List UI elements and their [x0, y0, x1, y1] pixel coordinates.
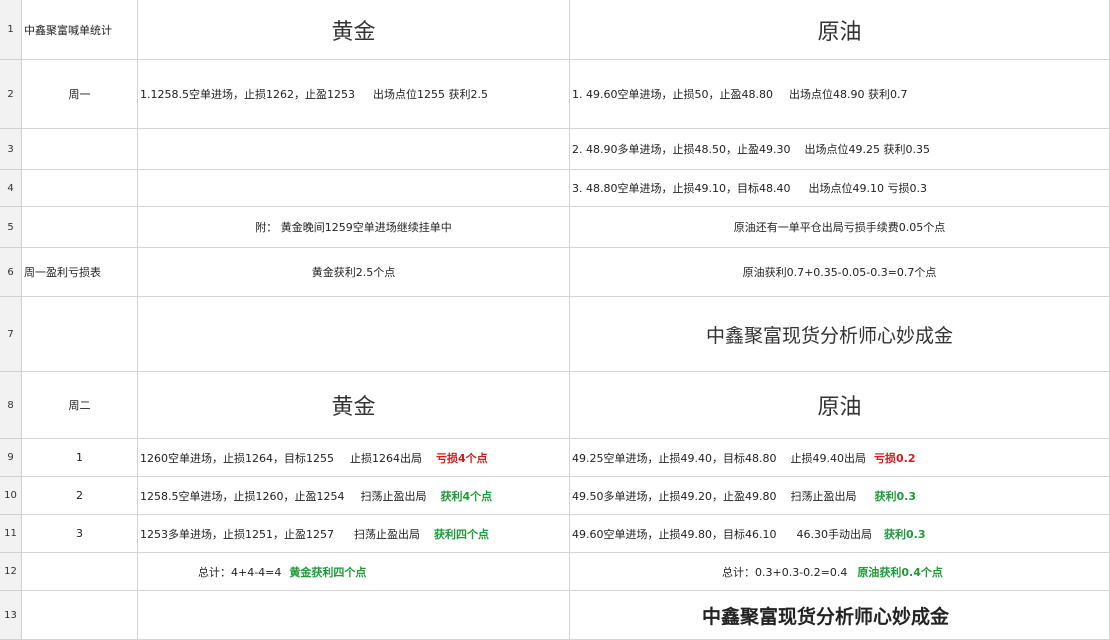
cell-r5-oil-note[interactable]: 原油还有一单平仓出局亏损手续费0.05个点: [570, 207, 1110, 248]
cell-r11-oil[interactable]: 49.60空单进场，止损49.80，目标46.10 46.30手动出局 获利0.…: [570, 515, 1110, 553]
gold-entry-text: 1.1258.5空单进场，止损1262，止盈1253: [140, 88, 355, 101]
cell-r2-oil[interactable]: 1. 49.60空单进场，止损50，止盈48.80 出场点位48.90 获利0.…: [570, 60, 1110, 129]
cell-r6-label[interactable]: 周一盈利亏损表: [22, 248, 138, 297]
cell-r13-gold[interactable]: [138, 591, 570, 640]
cell-r12-label[interactable]: [22, 553, 138, 591]
row-header-2[interactable]: 2: [0, 60, 22, 129]
cell-r1-oil-header[interactable]: 原油: [570, 0, 1110, 60]
cell-r4-label[interactable]: [22, 170, 138, 207]
cell-r1-label[interactable]: 中鑫聚富喊单统计: [22, 0, 138, 60]
cell-r3-oil[interactable]: 2. 48.90多单进场，止损48.50，止盈49.30 出场点位49.25 获…: [570, 129, 1110, 170]
oil-entry-text: 49.50多单进场，止损49.20，止盈49.80: [572, 489, 777, 503]
oil-total-text: 总计：0.3+0.3-0.2=0.4: [722, 565, 848, 579]
cell-r9-oil[interactable]: 49.25空单进场，止损49.40，目标48.80 止损49.40出局 亏损0.…: [570, 439, 1110, 477]
row-header-6[interactable]: 6: [0, 248, 22, 297]
cell-r7-label[interactable]: [22, 297, 138, 372]
oil-exit-text: 止损49.40出局: [790, 451, 866, 465]
cell-r6-gold-summary[interactable]: 黄金获利2.5个点: [138, 248, 570, 297]
cell-r3-label[interactable]: [22, 129, 138, 170]
row-header-4[interactable]: 4: [0, 170, 22, 207]
row-header-3[interactable]: 3: [0, 129, 22, 170]
cell-r8-label[interactable]: 周二: [22, 372, 138, 439]
oil-entry-text: 49.60空单进场，止损49.80，目标46.10: [572, 527, 777, 541]
row-header-12[interactable]: 12: [0, 553, 22, 591]
gold-exit-text: 出场点位1255 获利2.5: [372, 88, 488, 101]
cell-r5-gold-note[interactable]: 附： 黄金晚间1259空单进场继续挂单中: [138, 207, 570, 248]
gold-result-profit: 获利4个点: [440, 489, 493, 503]
cell-r3-gold[interactable]: [138, 129, 570, 170]
spreadsheet: 1 中鑫聚富喊单统计 黄金 原油 2 周一 1.1258.5空单进场，止损126…: [0, 0, 1110, 640]
gold-exit-text: 扫荡止盈出局: [353, 527, 420, 541]
row-header-5[interactable]: 5: [0, 207, 22, 248]
oil-entry-text: 2. 48.90多单进场，止损48.50，止盈49.30: [572, 143, 791, 156]
cell-r8-gold-header[interactable]: 黄金: [138, 372, 570, 439]
gold-result-profit: 获利四个点: [433, 527, 489, 541]
cell-r10-oil[interactable]: 49.50多单进场，止损49.20，止盈49.80 扫荡止盈出局 获利0.3: [570, 477, 1110, 515]
cell-r12-gold-total[interactable]: 总计：4+4-4=4 黄金获利四个点: [138, 553, 570, 591]
oil-exit-text: 扫荡止盈出局: [790, 489, 857, 503]
oil-entry-text: 49.25空单进场，止损49.40，目标48.80: [572, 451, 777, 465]
row-header-13[interactable]: 13: [0, 591, 22, 640]
cell-r8-oil-header[interactable]: 原油: [570, 372, 1110, 439]
cell-r7-gold[interactable]: [138, 297, 570, 372]
cell-r1-gold-header[interactable]: 黄金: [138, 0, 570, 60]
row-header-8[interactable]: 8: [0, 372, 22, 439]
oil-result-loss: 亏损0.2: [873, 451, 916, 465]
cell-r12-oil-total[interactable]: 总计：0.3+0.3-0.2=0.4 原油获利0.4个点: [570, 553, 1110, 591]
oil-entry-text: 1. 49.60空单进场，止损50，止盈48.80: [572, 88, 773, 101]
oil-result-profit: 获利0.3: [874, 489, 916, 503]
gold-result-loss: 亏损4个点: [435, 451, 488, 465]
cell-r4-oil[interactable]: 3. 48.80空单进场，止损49.10，目标48.40 出场点位49.10 亏…: [570, 170, 1110, 207]
gold-total-text: 总计：4+4-4=4: [198, 565, 282, 579]
gold-entry-text: 1260空单进场，止损1264，目标1255: [140, 451, 334, 465]
oil-exit-text: 出场点位48.90 获利0.7: [788, 88, 908, 101]
cell-r11-label[interactable]: 3: [22, 515, 138, 553]
oil-exit-text: 46.30手动出局: [796, 527, 872, 541]
oil-exit-text: 出场点位49.25 获利0.35: [804, 143, 930, 156]
oil-entry-text: 3. 48.80空单进场，止损49.10，目标48.40: [572, 182, 791, 195]
row-header-9[interactable]: 9: [0, 439, 22, 477]
cell-r9-gold[interactable]: 1260空单进场，止损1264，目标1255 止损1264出局 亏损4个点: [138, 439, 570, 477]
gold-exit-text: 扫荡止盈出局: [360, 489, 427, 503]
cell-r6-oil-summary[interactable]: 原油获利0.7+0.35-0.05-0.3=0.7个点: [570, 248, 1110, 297]
row-header-1[interactable]: 1: [0, 0, 22, 60]
cell-r13-label[interactable]: [22, 591, 138, 640]
cell-r9-label[interactable]: 1: [22, 439, 138, 477]
oil-result-profit: 获利0.3: [883, 527, 926, 541]
row-header-10[interactable]: 10: [0, 477, 22, 515]
gold-exit-text: 止损1264出局: [349, 451, 422, 465]
row-header-7[interactable]: 7: [0, 297, 22, 372]
cell-r4-gold[interactable]: [138, 170, 570, 207]
cell-r5-label[interactable]: [22, 207, 138, 248]
cell-r13-signature[interactable]: 中鑫聚富现货分析师心妙成金: [570, 591, 1110, 640]
oil-total-result: 原油获利0.4个点: [857, 565, 943, 579]
cell-r10-gold[interactable]: 1258.5空单进场，止损1260，止盈1254 扫荡止盈出局 获利4个点: [138, 477, 570, 515]
oil-exit-text: 出场点位49.10 亏损0.3: [808, 182, 927, 195]
gold-total-result: 黄金获利四个点: [289, 565, 367, 579]
gold-entry-text: 1258.5空单进场，止损1260，止盈1254: [140, 489, 345, 503]
cell-r11-gold[interactable]: 1253多单进场，止损1251，止盈1257 扫荡止盈出局 获利四个点: [138, 515, 570, 553]
cell-r10-label[interactable]: 2: [22, 477, 138, 515]
cell-r7-signature[interactable]: 中鑫聚富现货分析师心妙成金: [570, 297, 1110, 372]
gold-entry-text: 1253多单进场，止损1251，止盈1257: [140, 527, 334, 541]
cell-r2-label[interactable]: 周一: [22, 60, 138, 129]
row-header-11[interactable]: 11: [0, 515, 22, 553]
cell-r2-gold[interactable]: 1.1258.5空单进场，止损1262，止盈1253 出场点位1255 获利2.…: [138, 60, 570, 129]
